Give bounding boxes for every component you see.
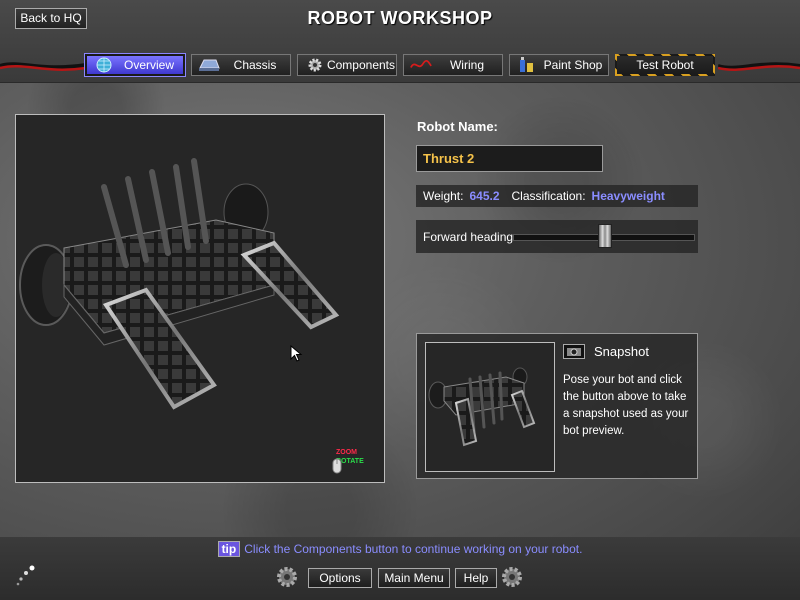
page-title: ROBOT WORKSHOP [307,8,493,28]
robot-name-input[interactable] [416,145,603,172]
tip-badge: tip [217,541,241,557]
snapshot-description: Pose your bot and click the button above… [563,374,689,437]
tab-label: Overview [123,58,174,72]
wire-decoration-left [0,62,86,71]
forward-heading-label: Forward heading: [423,230,517,244]
snapshot-preview [425,342,555,472]
snapshot-title: Snapshot [594,344,649,359]
tab-test-robot[interactable]: Test Robot [615,54,715,76]
back-to-hq-button[interactable]: Back to HQ [15,8,87,29]
gear-icon [304,57,326,73]
snapshot-panel: Snapshot Pose your bot and click the but… [416,333,698,479]
robot-stats-row: Weight: 645.2 Classification: Heavyweigh… [416,185,698,207]
chassis-icon [198,57,220,73]
forward-heading-row: Forward heading: [416,220,698,253]
help-button[interactable]: Help [455,568,497,588]
tab-overview[interactable]: Overview [84,53,186,77]
classification-value: Heavyweight [591,189,665,203]
zoom-hint: ZOOM [336,449,357,456]
tab-label: Test Robot [636,58,694,72]
weight-value: 645.2 [469,189,500,203]
options-button[interactable]: Options [308,568,372,588]
paint-cans-icon [516,57,538,73]
main-menu-button[interactable]: Main Menu [378,568,450,588]
weight-label: Weight: [423,189,464,203]
tab-components[interactable]: Components [297,54,397,76]
mouse-icon [332,458,342,474]
robot-name-label: Robot Name: [417,119,498,134]
camera-icon[interactable] [563,344,585,359]
gear-icon [502,567,522,587]
tab-label: Components [326,58,396,72]
tab-label: Wiring [449,58,484,72]
tab-label: Chassis [233,58,277,72]
header-bar: ROBOT WORKSHOP Back to HQ Overview Chass… [0,0,800,83]
robot-model [19,158,340,410]
classification-label: Classification: [511,189,586,203]
globe-icon [93,57,115,73]
loading-spinner-icon [16,565,35,586]
wire-icon [410,57,432,73]
tip-text: Click the Components button to continue … [244,542,583,556]
wire-decoration-right [718,62,800,71]
tab-chassis[interactable]: Chassis [191,54,291,76]
mouse-pointer-icon [290,345,303,362]
tab-paint-shop[interactable]: Paint Shop [509,54,609,76]
robot-3d-viewport[interactable]: ZOOM ROTATE [15,114,385,483]
gear-icon [277,567,297,587]
tab-label: Paint Shop [543,58,603,72]
tab-wiring[interactable]: Wiring [403,54,503,76]
forward-heading-slider-thumb[interactable] [597,224,612,248]
tip-bar: tip Click the Components button to contin… [0,541,800,557]
